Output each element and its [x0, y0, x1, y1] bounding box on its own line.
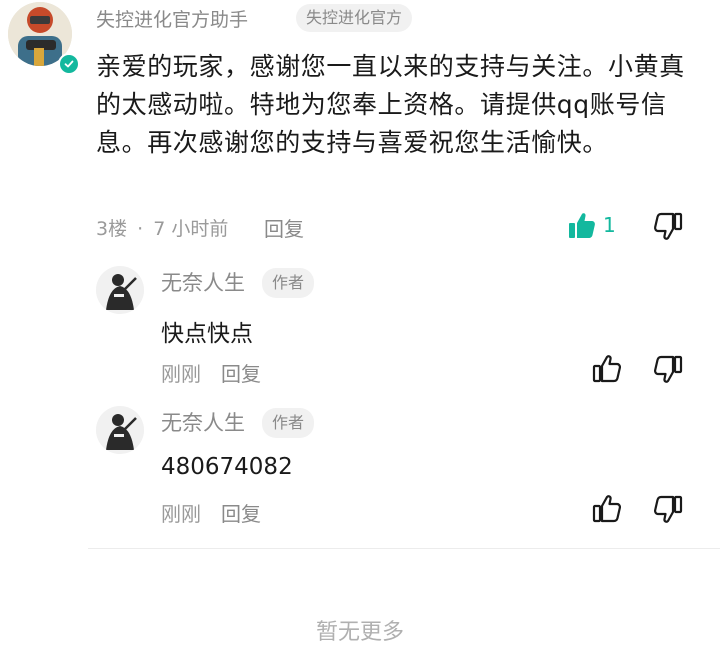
like-button[interactable] [564, 208, 600, 244]
author-badge: 作者 [262, 268, 315, 298]
author-badge: 作者 [262, 408, 315, 438]
avatar-image [96, 266, 144, 314]
reply-author[interactable]: 无奈人生 [161, 411, 245, 435]
thumbs-up-icon [592, 495, 622, 523]
dislike-button[interactable] [650, 351, 686, 387]
reply-button[interactable]: 回复 [221, 358, 261, 387]
thumbs-up-icon [592, 355, 622, 383]
reply-time: 刚刚 [161, 362, 201, 386]
thumbs-down-icon [653, 212, 683, 240]
reply-author[interactable]: 无奈人生 [161, 271, 245, 295]
reply-button[interactable]: 回复 [264, 213, 304, 242]
comment-author[interactable]: 失控进化官方助手 [96, 8, 248, 32]
reply-time: 刚刚 [161, 502, 201, 526]
thumbs-down-icon [653, 495, 683, 523]
meta-separator: · [137, 218, 144, 240]
like-button[interactable] [589, 491, 625, 527]
reply-text: 快点快点 [161, 321, 253, 347]
comment-meta: 3楼 · 7 小时前 [96, 214, 228, 241]
like-button[interactable] [589, 351, 625, 387]
dislike-button[interactable] [650, 491, 686, 527]
comment-floor: 3楼 [96, 218, 128, 240]
divider [88, 548, 720, 549]
reply-button[interactable]: 回复 [221, 498, 261, 527]
dislike-button[interactable] [650, 208, 686, 244]
thumbs-down-icon [653, 355, 683, 383]
reply-avatar[interactable] [96, 266, 144, 314]
comment-time: 7 小时前 [153, 218, 229, 240]
official-badge: 失控进化官方 [296, 4, 413, 32]
thumbs-up-filled-icon [569, 213, 595, 238]
like-count: 1 [603, 213, 616, 237]
reply-text: 480674082 [161, 454, 293, 480]
comment-text: 亲爱的玩家，感谢您一直以来的支持与关注。小黄真的太感动啦。特地为您奉上资格。请提… [96, 52, 685, 157]
verified-icon [58, 53, 80, 75]
avatar-image [96, 406, 144, 454]
reply-avatar[interactable] [96, 406, 144, 454]
no-more-label: 暂无更多 [315, 620, 404, 645]
